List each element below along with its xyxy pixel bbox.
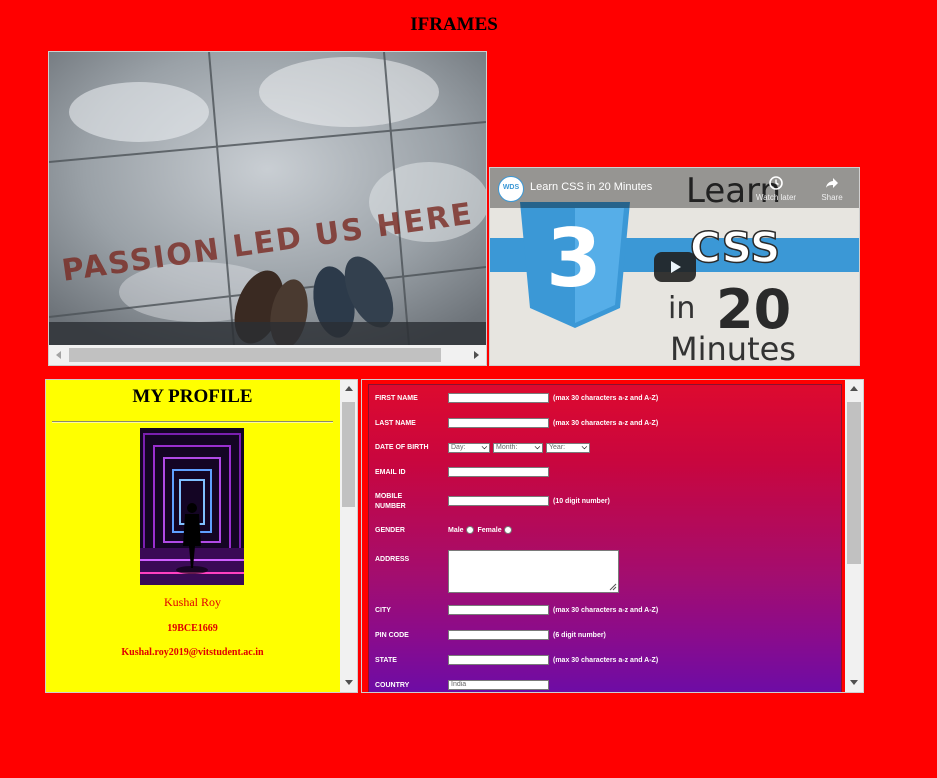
horizontal-scrollbar[interactable] [49, 345, 486, 365]
chevron-down-icon: ⌵ [534, 444, 540, 451]
profile-avatar [140, 428, 244, 585]
profile-email: Kushal.roy2019@vitstudent.ac.in [121, 647, 264, 658]
gender-female-radio[interactable] [503, 526, 512, 534]
watch-later-label: Watch later [755, 193, 797, 202]
scroll-up-arrow-icon[interactable] [850, 386, 858, 391]
chevron-down-icon: ⌵ [581, 444, 587, 451]
email-label: EMAIL ID [375, 469, 406, 476]
profile-name: Kushal Roy [164, 595, 221, 609]
mobile-input[interactable] [448, 496, 549, 506]
dob-day-select[interactable]: Day: ⌵ [448, 443, 490, 453]
share-button[interactable]: Share [812, 176, 852, 202]
video-title[interactable]: Learn CSS in 20 Minutes [530, 181, 652, 193]
chevron-down-icon: ⌵ [481, 444, 487, 451]
state-input[interactable] [448, 655, 549, 665]
gender-female-label: Female [477, 526, 502, 534]
state-label: STATE [375, 657, 397, 664]
play-icon [671, 261, 681, 273]
share-arrow-icon [826, 178, 838, 188]
page-heading: IFRAMES [410, 14, 498, 35]
dob-year-select[interactable]: Year: ⌵ [546, 443, 590, 453]
form-scroll-thumb[interactable] [847, 402, 861, 564]
first-name-label: FIRST NAME [375, 395, 418, 402]
pin-label: PIN CODE [375, 632, 409, 639]
first-name-input[interactable] [448, 393, 549, 403]
channel-avatar[interactable]: WDS [498, 176, 524, 202]
gender-options: Male Female [448, 526, 514, 534]
form-panel: FIRST NAME (max 30 characters a-z and A-… [368, 384, 842, 692]
mobile-hint: (10 digit number) [553, 498, 610, 505]
passion-photo: PASSION LED US HERE [49, 52, 486, 345]
profile-title: MY PROFILE [132, 386, 253, 407]
scroll-up-arrow-icon[interactable] [345, 386, 353, 391]
address-label: ADDRESS [375, 556, 410, 563]
first-name-hint: (max 30 characters a-z and A-Z) [553, 395, 659, 402]
profile-scroll-thumb[interactable] [342, 402, 355, 507]
play-button[interactable] [654, 252, 696, 282]
profile-divider [52, 421, 333, 423]
video-iframe[interactable]: 3 Learn CSS in 20 Minutes WDS Learn CSS … [489, 167, 860, 366]
address-textarea[interactable] [448, 550, 619, 593]
mobile-label: MOBILE NUMBER [375, 493, 406, 510]
image-iframe[interactable]: PASSION LED US HERE [48, 51, 487, 366]
city-input[interactable] [448, 605, 549, 615]
thumb-word-css: CSS [690, 223, 780, 272]
clock-icon [769, 176, 783, 190]
watch-later-button[interactable]: Watch later [754, 176, 798, 202]
css3-shield-number: 3 [546, 212, 602, 305]
scroll-left-arrow-icon[interactable] [56, 351, 61, 359]
gender-male-label: Male [448, 526, 464, 534]
email-input[interactable] [448, 467, 549, 477]
last-name-label: LAST NAME [375, 420, 416, 427]
last-name-hint: (max 30 characters a-z and A-Z) [553, 420, 659, 427]
scroll-down-arrow-icon[interactable] [850, 680, 858, 685]
scroll-right-arrow-icon[interactable] [474, 351, 479, 359]
thumb-word-minutes: Minutes [670, 330, 796, 365]
scroll-down-arrow-icon[interactable] [345, 680, 353, 685]
resize-grip-icon[interactable] [609, 583, 617, 591]
dob-label: DATE OF BIRTH [375, 444, 429, 451]
country-input[interactable]: India [448, 680, 549, 690]
share-label: Share [821, 193, 843, 202]
thumb-word-in: in [668, 291, 695, 326]
gender-male-radio[interactable] [465, 526, 474, 534]
registration-form-iframe[interactable]: FIRST NAME (max 30 characters a-z and A-… [361, 379, 864, 693]
profile-vertical-scrollbar[interactable] [340, 380, 357, 692]
profile-iframe[interactable]: MY PROFILE Kushal Roy 19BCE1669 Kushal.r… [45, 379, 358, 693]
pin-input[interactable] [448, 630, 549, 640]
horizontal-scroll-thumb[interactable] [69, 348, 441, 362]
state-hint: (max 30 characters a-z and A-Z) [553, 657, 659, 664]
city-label: CITY [375, 607, 391, 614]
last-name-input[interactable] [448, 418, 549, 428]
city-hint: (max 30 characters a-z and A-Z) [553, 607, 659, 614]
form-vertical-scrollbar[interactable] [845, 380, 863, 692]
dob-month-select[interactable]: Month: ⌵ [493, 443, 543, 453]
gender-label: GENDER [375, 527, 405, 534]
country-label: COUNTRY [375, 682, 410, 689]
profile-reg-no: 19BCE1669 [167, 623, 218, 634]
pin-hint: (6 digit number) [553, 632, 606, 639]
